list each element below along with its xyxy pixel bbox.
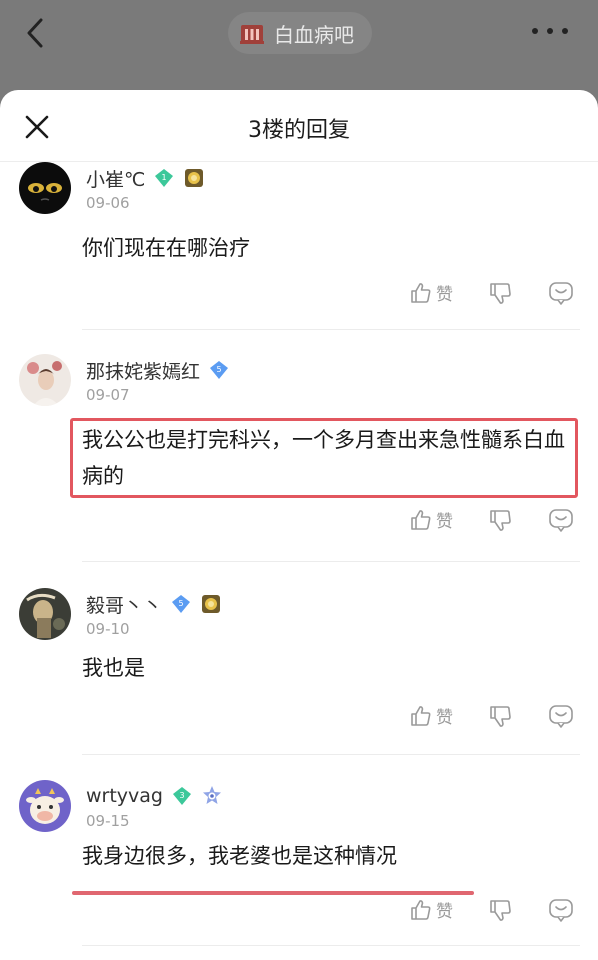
more-options-icon[interactable] — [532, 28, 568, 36]
svg-text:1: 1 — [162, 173, 167, 182]
divider — [82, 561, 580, 562]
username[interactable]: 毅哥丶丶 — [86, 591, 162, 618]
like-label: 赞 — [436, 512, 453, 532]
like-button[interactable]: 赞 — [409, 507, 453, 532]
avatar[interactable] — [19, 780, 71, 832]
comment-date: 09-07 — [86, 386, 130, 404]
svg-text:5: 5 — [216, 365, 221, 374]
thumb-down-icon[interactable] — [488, 703, 514, 729]
divider — [82, 754, 580, 755]
user-row: wrtyvag 3 — [86, 782, 231, 810]
svg-text:3: 3 — [179, 791, 184, 800]
thumb-up-icon — [411, 899, 431, 920]
level-badge-icon: 5 — [210, 361, 229, 379]
medal-icon — [185, 169, 204, 187]
forum-logo-icon — [240, 25, 264, 44]
comment-text[interactable]: 我身边很多，我老婆也是这种情况 — [82, 838, 577, 874]
reply-icon[interactable] — [548, 507, 574, 533]
comment-actions: 赞 — [0, 507, 598, 537]
thumb-up-icon — [411, 509, 431, 530]
like-button[interactable]: 赞 — [409, 280, 453, 305]
level-badge-icon: 5 — [172, 595, 191, 613]
medal-icon — [202, 595, 221, 613]
forum-name: 白血病吧 — [274, 22, 354, 47]
divider — [82, 329, 580, 330]
user-row: 小崔℃ 1 — [86, 164, 213, 192]
comment-text[interactable]: 你们现在在哪治疗 — [82, 230, 577, 266]
level-badge-icon: 3 — [173, 787, 191, 805]
like-label: 赞 — [436, 708, 453, 728]
like-button[interactable]: 赞 — [409, 703, 453, 728]
thumb-up-icon — [411, 282, 431, 303]
divider — [82, 945, 580, 946]
thumb-down-icon[interactable] — [488, 280, 514, 306]
forum-pill[interactable]: 白血病吧 — [228, 12, 372, 54]
sheet-title: 3楼的回复 — [248, 118, 350, 143]
thumb-down-icon[interactable] — [488, 897, 514, 923]
reply-icon[interactable] — [548, 280, 574, 306]
comment-date: 09-06 — [86, 194, 130, 212]
avatar[interactable] — [19, 162, 71, 214]
sheet-header: 3楼的回复 — [0, 90, 598, 162]
underline-annotation — [72, 891, 474, 895]
comment-actions: 赞 — [0, 703, 598, 733]
comment-actions: 赞 — [0, 897, 598, 927]
back-arrow-icon[interactable] — [22, 16, 50, 50]
like-label: 赞 — [436, 285, 453, 305]
comment-text[interactable]: 我也是 — [82, 650, 577, 686]
thumb-down-icon[interactable] — [488, 507, 514, 533]
avatar[interactable] — [19, 354, 71, 406]
user-row: 那抹姹紫嫣红 5 — [86, 356, 238, 384]
like-label: 赞 — [436, 902, 453, 922]
username[interactable]: wrtyvag — [86, 785, 163, 807]
avatar[interactable] — [19, 588, 71, 640]
level-badge-icon: 1 — [155, 169, 174, 187]
reply-icon[interactable] — [548, 897, 574, 923]
like-button[interactable]: 赞 — [409, 897, 453, 922]
username[interactable]: 那抹姹紫嫣红 — [86, 357, 200, 384]
reply-sheet: 3楼的回复 小崔℃ 1 09-06 你们现在在哪治疗 赞 那抹姹紫嫣红 5 09… — [0, 90, 598, 960]
svg-text:5: 5 — [178, 599, 183, 608]
comment-date: 09-10 — [86, 620, 130, 638]
reply-icon[interactable] — [548, 703, 574, 729]
user-row: 毅哥丶丶 5 — [86, 590, 230, 618]
highlight-box-annotation — [70, 418, 578, 498]
rank-badge-icon — [203, 786, 221, 804]
comment-date: 09-15 — [86, 812, 130, 830]
thumb-up-icon — [411, 705, 431, 726]
comment-actions: 赞 — [0, 280, 598, 310]
username[interactable]: 小崔℃ — [86, 165, 145, 192]
